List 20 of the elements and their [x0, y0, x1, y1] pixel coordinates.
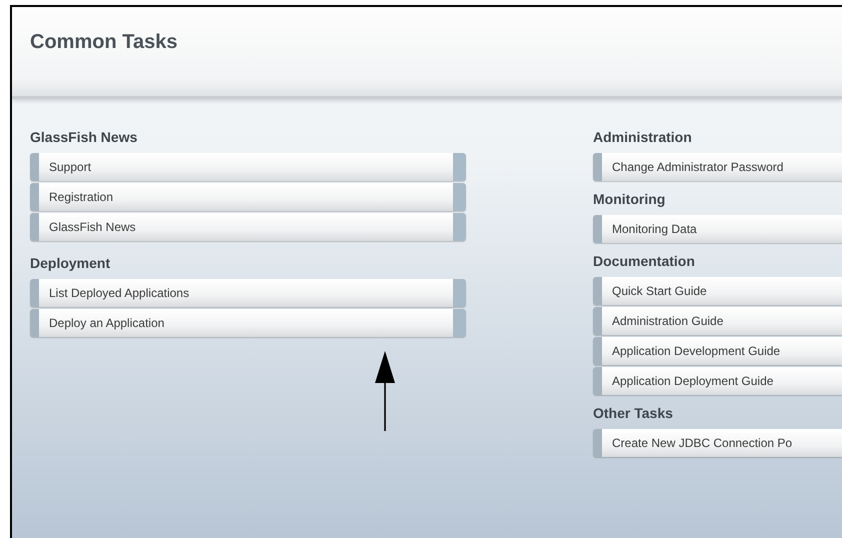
section-heading: GlassFish News — [30, 129, 138, 145]
task-button[interactable]: Registration — [30, 183, 466, 211]
task-button[interactable]: List Deployed Applications — [30, 279, 466, 307]
task-button[interactable]: Create New JDBC Connection Po — [593, 429, 842, 457]
task-button[interactable]: Quick Start Guide — [593, 277, 842, 305]
task-button[interactable]: Change Administrator Password — [593, 153, 842, 181]
section-heading: Documentation — [593, 253, 696, 269]
task-button[interactable]: Administration Guide — [593, 307, 842, 335]
task-button[interactable]: Application Deployment Guide — [593, 367, 842, 395]
arrow-icon — [373, 351, 397, 431]
section-heading: Administration — [593, 129, 693, 145]
task-button[interactable]: Deploy an Application — [30, 309, 466, 337]
task-button[interactable]: Application Development Guide — [593, 337, 842, 365]
section-heading: Other Tasks — [593, 405, 674, 421]
task-button[interactable]: GlassFish News — [30, 213, 466, 241]
task-button[interactable]: Support — [30, 153, 466, 181]
section-heading: Monitoring — [593, 191, 666, 207]
section-heading: Deployment — [30, 255, 112, 271]
page-title: Common Tasks — [30, 31, 178, 53]
task-button[interactable]: Monitoring Data — [593, 215, 842, 243]
